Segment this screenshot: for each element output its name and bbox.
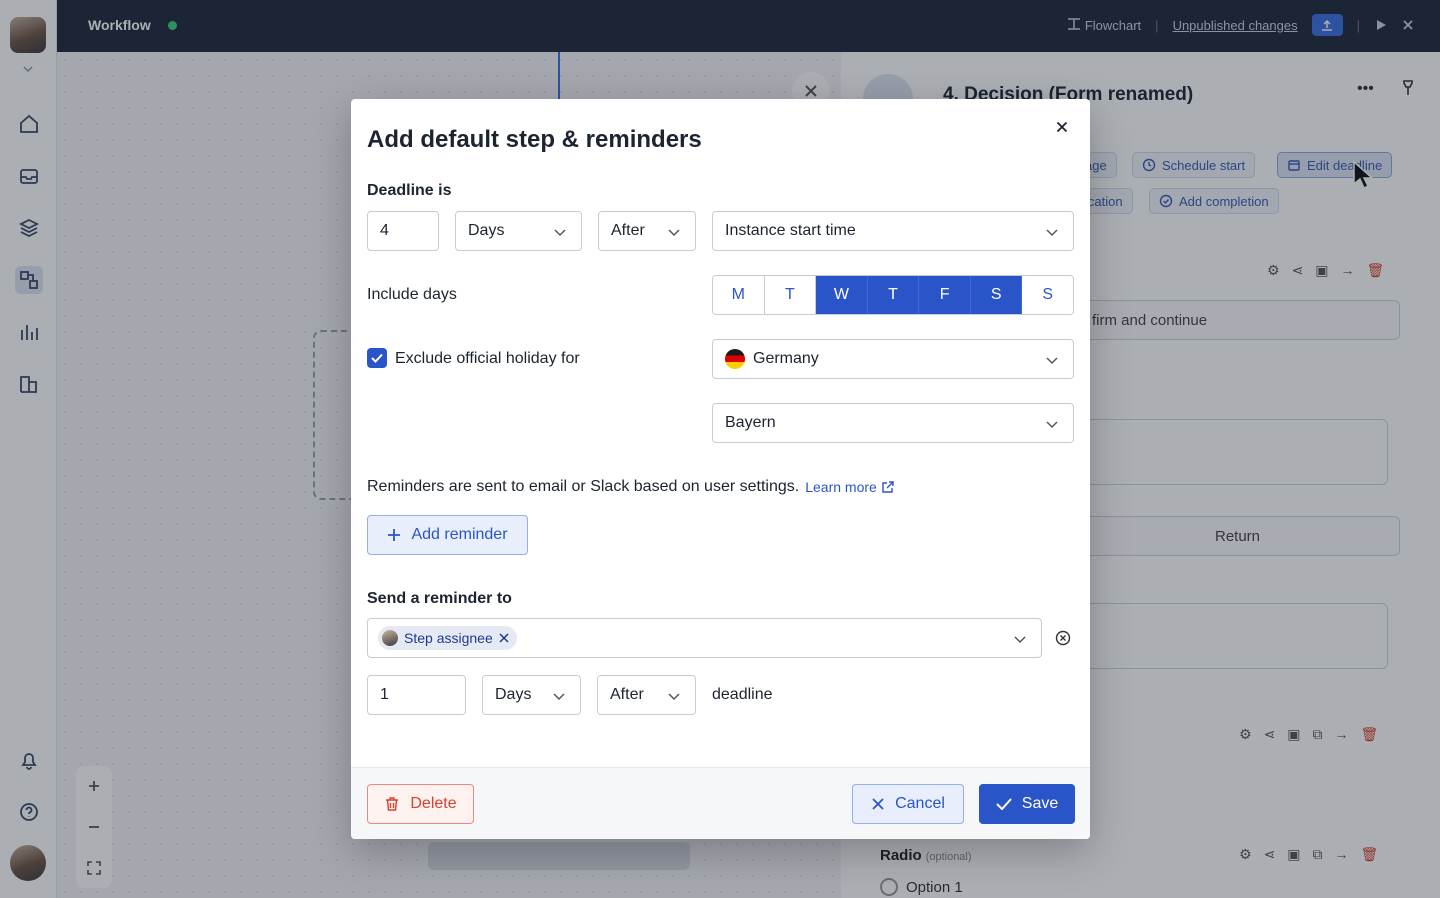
chevron-down-icon [1046,357,1058,365]
day-toggle-tuesday[interactable]: T [764,276,817,314]
deadline-amount-input[interactable]: 4 [367,211,439,251]
close-icon [1056,121,1068,133]
reminders-info-text: Reminders are sent to email or Slack bas… [367,478,800,495]
circle-x-icon [1055,630,1071,646]
reminder-amount-value: 1 [380,686,389,703]
chevron-down-icon [1014,636,1026,644]
modal-close-button[interactable] [1051,116,1073,138]
learn-more-link[interactable]: Learn more [805,479,894,495]
day-toggle-monday[interactable]: M [713,276,765,314]
cancel-button[interactable]: Cancel [852,784,964,824]
send-reminder-label: Send a reminder to [367,590,512,607]
recipient-chip: Step assignee [378,626,517,650]
holiday-country-value: Germany [753,350,819,367]
external-link-icon [882,480,894,493]
reminder-amount-input[interactable]: 1 [367,675,466,715]
chevron-down-icon [1046,421,1058,429]
reminder-unit-value: Days [495,686,532,703]
reminder-suffix: deadline [712,686,773,703]
reminder-unit-select[interactable]: Days [482,675,581,715]
day-toggle-sunday[interactable]: S [1022,276,1073,314]
clear-recipients-button[interactable] [1053,628,1073,648]
deadline-amount-value: 4 [380,222,389,239]
day-toggle-thursday[interactable]: T [867,276,920,314]
exclude-holiday-label: Exclude official holiday for [395,350,580,367]
recipient-chip-label: Step assignee [404,630,493,646]
germany-flag-icon [725,349,745,369]
reminder-relation-select[interactable]: After [597,675,696,715]
day-toggle-friday[interactable]: F [919,276,971,314]
reminder-recipient-select[interactable]: Step assignee [367,618,1042,658]
trash-icon [386,797,399,811]
chevron-down-icon [668,229,680,237]
chevron-down-icon [553,693,565,701]
exclude-holiday-checkbox[interactable] [367,348,387,368]
weekday-toggle-group: M T W T F S S [712,275,1074,315]
assignee-avatar [382,630,398,646]
learn-more-label: Learn more [805,479,877,495]
deadline-unit-select[interactable]: Days [455,211,582,251]
holiday-region-value: Bayern [725,414,776,431]
deadline-relation-select[interactable]: After [598,211,696,251]
remove-chip-icon[interactable] [499,633,509,643]
add-reminder-button[interactable]: Add reminder [367,515,528,555]
close-icon [872,798,884,810]
reminders-modal: Add default step & reminders Deadline is… [351,99,1090,839]
reminders-info: Reminders are sent to email or Slack bas… [367,478,894,496]
modal-title: Add default step & reminders [367,126,702,153]
add-reminder-label: Add reminder [411,526,508,543]
deadline-anchor-value: Instance start time [725,222,856,239]
delete-label: Delete [410,795,457,812]
modal-footer: Delete Cancel Save [351,767,1090,839]
chevron-down-icon [554,229,566,237]
checkmark-icon [371,353,383,363]
delete-button[interactable]: Delete [367,784,474,824]
deadline-unit-value: Days [468,222,505,239]
chevron-down-icon [668,693,680,701]
deadline-anchor-select[interactable]: Instance start time [712,211,1074,251]
holiday-region-select[interactable]: Bayern [712,403,1074,443]
chevron-down-icon [1046,229,1058,237]
plus-icon [388,529,401,541]
deadline-label: Deadline is [367,182,452,199]
save-button[interactable]: Save [979,784,1075,824]
save-label: Save [1021,795,1059,812]
checkmark-icon [996,798,1012,810]
day-toggle-saturday[interactable]: S [970,276,1023,314]
cancel-label: Cancel [895,795,945,812]
deadline-relation-value: After [611,222,645,239]
holiday-country-select[interactable]: Germany [712,339,1074,379]
day-toggle-wednesday[interactable]: W [816,276,868,314]
include-days-label: Include days [367,286,457,303]
reminder-relation-value: After [610,686,644,703]
